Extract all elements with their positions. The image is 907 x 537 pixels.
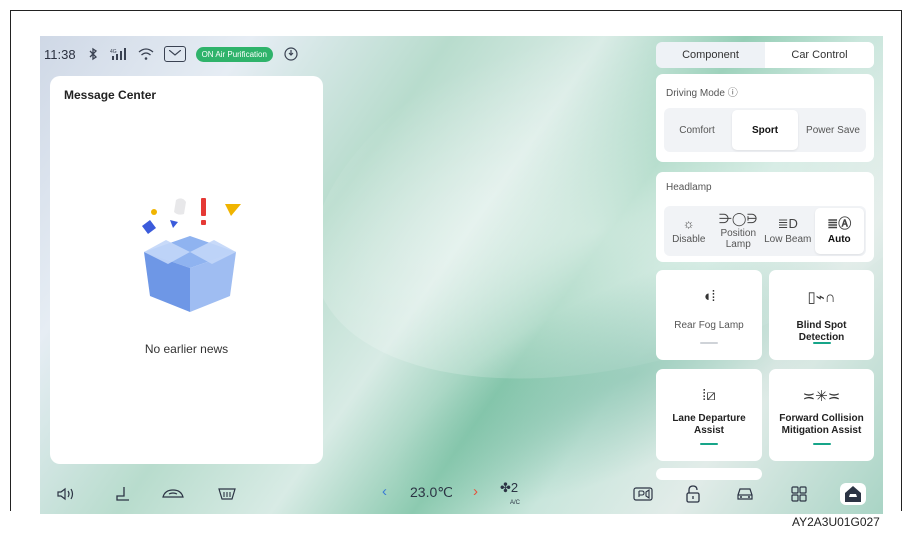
driving-mode-card: Driving Mode ⓘ Comfort Sport Power Save bbox=[656, 74, 874, 162]
volume-icon[interactable] bbox=[54, 483, 80, 505]
message-icon[interactable] bbox=[163, 46, 186, 62]
seat-icon[interactable] bbox=[110, 483, 136, 505]
infotainment-screen: 11:38 4G ON Air Purification Message Cen… bbox=[40, 36, 883, 514]
forward-collision-indicator bbox=[812, 443, 831, 445]
headlamp-disable[interactable]: ☼ Disable bbox=[664, 206, 714, 256]
driving-mode-sport[interactable]: Sport bbox=[732, 110, 798, 150]
tab-component[interactable]: Component bbox=[656, 42, 765, 68]
blind-spot-detection-label: Blind Spot Detection bbox=[796, 320, 847, 343]
temp-increase-icon[interactable]: › bbox=[473, 483, 478, 500]
lane-departure-icon: ⁞⧄ bbox=[702, 387, 716, 404]
air-circulation-icon[interactable] bbox=[160, 483, 186, 505]
temperature-value: 23.0℃ bbox=[410, 484, 453, 500]
position-lamp-icon: ⋺◯⋻ bbox=[718, 210, 758, 226]
headlamp-position-label: Position Lamp bbox=[720, 228, 757, 251]
vehicle-icon[interactable] bbox=[732, 483, 758, 505]
lane-departure-assist-label: Lane Departure Assist bbox=[672, 413, 746, 436]
clock: 11:38 bbox=[44, 46, 76, 62]
apps-grid-icon[interactable] bbox=[786, 483, 812, 505]
lane-departure-assist-indicator bbox=[700, 443, 718, 445]
wifi-icon bbox=[138, 47, 154, 61]
panel-tabs: Component Car Control bbox=[656, 42, 874, 68]
blind-spot-detection-tile[interactable]: ▯⌁∩ Blind Spot Detection bbox=[769, 270, 874, 360]
tab-car-control[interactable]: Car Control bbox=[765, 42, 874, 68]
dashcam-icon[interactable] bbox=[630, 483, 656, 505]
fan-speed-button[interactable]: ✤2 bbox=[500, 480, 518, 496]
temp-decrease-icon[interactable]: ‹ bbox=[382, 483, 387, 500]
info-icon[interactable]: ⓘ bbox=[728, 88, 738, 99]
headlamp-card: Headlamp ☼ Disable ⋺◯⋻ Position Lamp ≣D … bbox=[656, 172, 874, 262]
rear-fog-lamp-indicator bbox=[700, 342, 718, 344]
headlamp-selector: ☼ Disable ⋺◯⋻ Position Lamp ≣D Low Beam … bbox=[664, 206, 866, 256]
headlamp-off-icon: ☼ bbox=[682, 216, 695, 232]
blind-spot-detection-indicator bbox=[812, 342, 831, 344]
power-icon[interactable] bbox=[283, 46, 299, 62]
headlamp-low-beam-label: Low Beam bbox=[764, 233, 812, 245]
headlamp-auto-label: Auto bbox=[827, 233, 851, 245]
signal-label: 4G bbox=[110, 49, 117, 55]
message-center-card: Message Center No earlier news bbox=[50, 76, 323, 464]
empty-state-text: No earlier news bbox=[144, 342, 229, 356]
fan-level: 2 bbox=[510, 480, 519, 495]
driving-mode-title: Driving Mode ⓘ bbox=[666, 88, 738, 99]
figure-code: AY2A3U01G027 bbox=[792, 515, 880, 529]
lock-icon[interactable] bbox=[680, 483, 706, 505]
air-purification-badge[interactable]: ON Air Purification bbox=[195, 46, 273, 62]
empty-box-illustration bbox=[130, 196, 250, 316]
forward-collision-tile[interactable]: ≍✳≍ Forward Collision Mitigation Assist bbox=[769, 369, 874, 461]
blind-spot-icon: ▯⌁∩ bbox=[807, 289, 836, 306]
fan-icon: ✤ bbox=[500, 480, 511, 495]
bluetooth-icon bbox=[86, 47, 100, 61]
cellular-signal-icon: 4G bbox=[110, 47, 128, 61]
lane-departure-assist-tile[interactable]: ⁞⧄ Lane Departure Assist bbox=[656, 369, 762, 461]
low-beam-icon: ≣D bbox=[777, 216, 798, 232]
headlamp-low-beam[interactable]: ≣D Low Beam bbox=[763, 206, 813, 256]
headlamp-disable-label: Disable bbox=[672, 233, 706, 245]
auto-headlamp-icon: ≣Ⓐ bbox=[827, 216, 852, 232]
ac-label: A/C bbox=[510, 500, 521, 506]
car-control-home-icon[interactable] bbox=[840, 483, 866, 505]
driving-mode-selector: Comfort Sport Power Save bbox=[664, 108, 866, 152]
bottom-dock: ‹ 23.0℃ › ✤2 A/C bbox=[40, 474, 883, 514]
rear-fog-lamp-label: Rear Fog Lamp bbox=[674, 320, 744, 331]
headlamp-position-lamp[interactable]: ⋺◯⋻ Position Lamp bbox=[714, 206, 764, 256]
forward-collision-label: Forward Collision Mitigation Assist bbox=[779, 413, 864, 436]
driving-mode-comfort[interactable]: Comfort bbox=[664, 108, 730, 152]
headlamp-title: Headlamp bbox=[666, 182, 712, 193]
rear-fog-lamp-icon: ◖⁞ bbox=[702, 288, 716, 305]
status-bar: 11:38 4G ON Air Purification bbox=[44, 42, 334, 66]
driving-mode-power-save[interactable]: Power Save bbox=[800, 108, 866, 152]
rear-defrost-icon[interactable] bbox=[214, 483, 240, 505]
message-center-title: Message Center bbox=[64, 88, 157, 102]
rear-fog-lamp-tile[interactable]: ◖⁞ Rear Fog Lamp bbox=[656, 270, 762, 360]
forward-collision-icon: ≍✳≍ bbox=[802, 388, 841, 405]
headlamp-auto[interactable]: ≣Ⓐ Auto bbox=[814, 208, 864, 254]
